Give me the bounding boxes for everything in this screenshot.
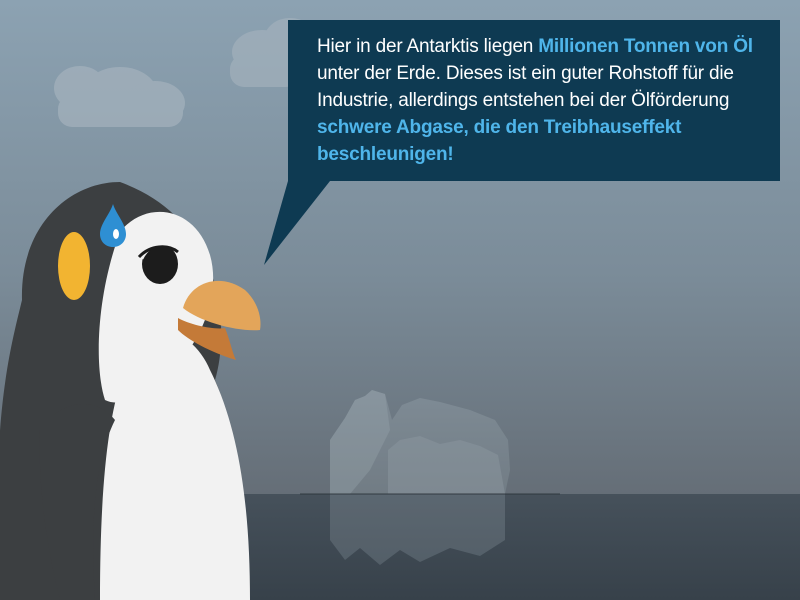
dialog-highlight-emissions: schwere Abgase, die den Treibhauseffekt … <box>317 117 682 165</box>
game-scene: Hier in der Antarktis liegen Millionen T… <box>0 0 800 600</box>
dialog-text-part2: unter der Erde. Dieses ist ein guter Roh… <box>317 63 734 111</box>
dialog-text-part1: Hier in der Antarktis liegen <box>317 36 539 57</box>
dialog-text: Hier in der Antarktis liegen Millionen T… <box>317 33 767 168</box>
penguin-cheek <box>58 232 90 300</box>
dialog-highlight-oil: Millionen Tonnen von Öl <box>538 36 753 57</box>
